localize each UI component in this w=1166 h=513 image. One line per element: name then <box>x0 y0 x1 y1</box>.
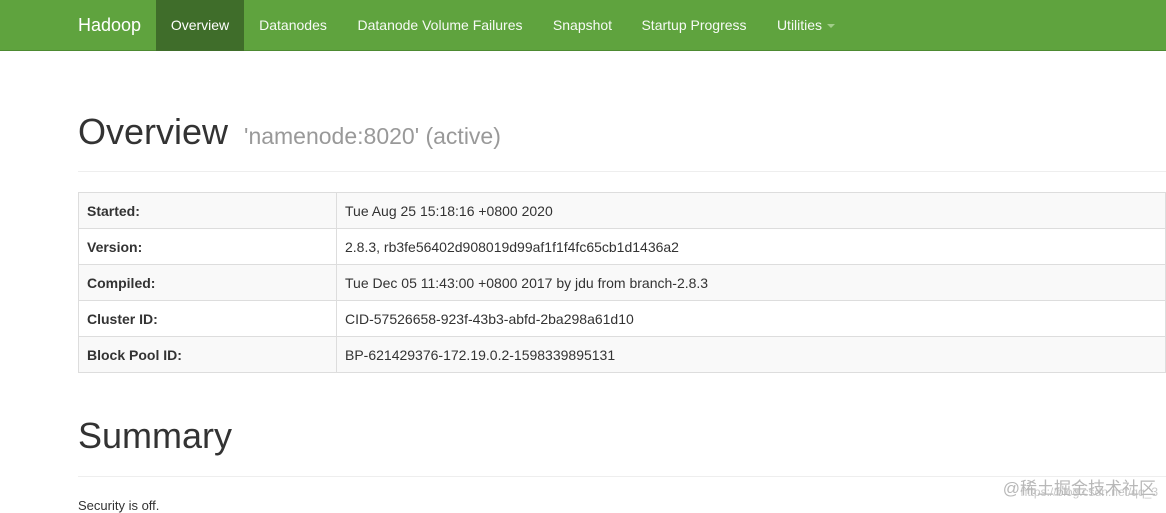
summary-header: Summary <box>78 414 1166 477</box>
row-key: Started: <box>78 192 337 229</box>
nav-tab-datanodes[interactable]: Datanodes <box>244 0 342 51</box>
summary-title: Summary <box>78 415 233 456</box>
table-row: Block Pool ID: BP-621429376-172.19.0.2-1… <box>78 336 1166 373</box>
table-row: Cluster ID: CID-57526658-923f-43b3-abfd-… <box>78 300 1166 337</box>
nav-tab-startup-progress[interactable]: Startup Progress <box>627 0 761 51</box>
nav-tab-datanode-volume-failures[interactable]: Datanode Volume Failures <box>342 0 538 51</box>
overview-table: Started: Tue Aug 25 15:18:16 +0800 2020 … <box>78 192 1166 373</box>
row-key: Cluster ID: <box>78 300 337 337</box>
row-value: CID-57526658-923f-43b3-abfd-2ba298a61d10 <box>336 300 1166 337</box>
row-key: Block Pool ID: <box>78 336 337 373</box>
row-value: 2.8.3, rb3fe56402d908019d99af1f1f4fc65cb… <box>336 228 1166 265</box>
row-value: Tue Aug 25 15:18:16 +0800 2020 <box>336 192 1166 229</box>
nav-tab-utilities[interactable]: Utilities <box>761 0 851 51</box>
chevron-down-icon <box>827 24 836 29</box>
row-key: Compiled: <box>78 264 337 301</box>
namenode-subtitle: 'namenode:8020' (active) <box>244 123 501 149</box>
overview-header: Overview 'namenode:8020' (active) <box>78 110 1166 172</box>
watermark-text: @稀土掘金技术社区 <box>1002 479 1156 498</box>
row-value: BP-621429376-172.19.0.2-1598339895131 <box>336 336 1166 373</box>
nav-tab-overview[interactable]: Overview <box>156 0 244 51</box>
row-value: Tue Dec 05 11:43:00 +0800 2017 by jdu fr… <box>336 264 1166 301</box>
table-row: Compiled: Tue Dec 05 11:43:00 +0800 2017… <box>78 264 1166 301</box>
nav-tab-snapshot[interactable]: Snapshot <box>538 0 627 51</box>
page-title-text: Overview <box>78 111 229 152</box>
table-row: Version: 2.8.3, rb3fe56402d908019d99af1f… <box>78 228 1166 265</box>
top-navbar: Hadoop Overview Datanodes Datanode Volum… <box>0 0 1166 51</box>
nav-tab-utilities-label: Utilities <box>776 17 823 33</box>
row-key: Version: <box>78 228 337 265</box>
brand-logo[interactable]: Hadoop <box>78 0 141 51</box>
table-row: Started: Tue Aug 25 15:18:16 +0800 2020 <box>78 192 1166 229</box>
page-title: Overview 'namenode:8020' (active) <box>78 110 1166 158</box>
